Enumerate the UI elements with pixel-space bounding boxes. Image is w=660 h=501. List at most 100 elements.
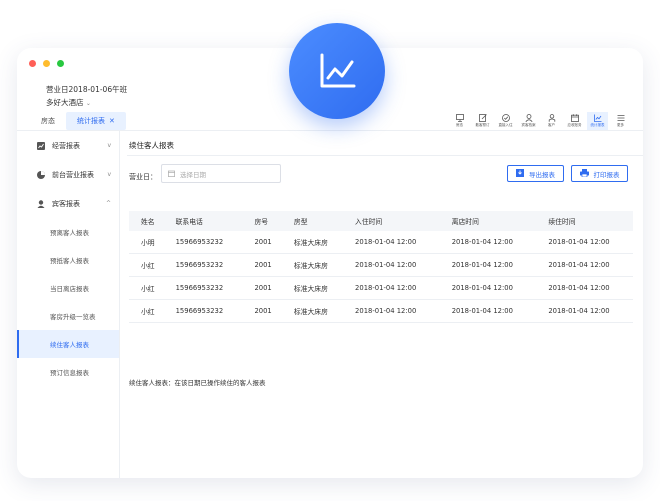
- table-cell: 15966953232: [163, 299, 243, 323]
- table-cell: 2001: [242, 231, 282, 254]
- sidebar-item-label: 预离客人报表: [50, 229, 89, 237]
- toolbar-label: 直接入住: [498, 123, 513, 127]
- sidebar-group-business-report[interactable]: 经营报表 v: [17, 131, 119, 160]
- table-cell: 2018-01-04 12:00: [536, 276, 633, 300]
- toolbar-label: 统计报表: [590, 123, 605, 127]
- export-report-button[interactable]: 导出报表: [507, 165, 564, 182]
- toolbar-button[interactable]: 更多: [610, 112, 631, 130]
- menu-icon: [617, 115, 624, 121]
- table-cell: 2018-01-04 12:00: [439, 299, 537, 323]
- sidebar-item-extended-stay[interactable]: 续住客人报表: [17, 330, 119, 358]
- toolbar-button[interactable]: 房态: [449, 112, 470, 130]
- edit-icon: [478, 114, 487, 122]
- monitor-icon: [455, 114, 464, 122]
- user-icon: [524, 114, 533, 122]
- maximize-dot[interactable]: [57, 60, 64, 67]
- sidebar-item-label: 客房升级一览表: [50, 313, 96, 321]
- main-content: 续住客人报表 营业日： 选择日期 导出报表 打印报表 姓名 联系电话 房号 房型 入住时…: [127, 131, 643, 478]
- page-title: 续住客人报表: [129, 141, 174, 150]
- sidebar-item-departing-guests[interactable]: 预离客人报表: [17, 218, 119, 246]
- export-icon: [516, 168, 524, 179]
- page-tabs: 房态 统计报表 ✕: [30, 112, 126, 130]
- table-row: 小红 15966953232 2001 标准大床房 2018-01-04 12:00 20…: [129, 276, 633, 300]
- sidebar-item-arriving-guests[interactable]: 预抵客人报表: [17, 246, 119, 274]
- chevron-down-icon: v: [107, 171, 111, 178]
- table-row: 小红 15966953232 2001 标准大床房 2018-01-04 12:00 20…: [129, 299, 633, 323]
- table-cell: 标准大床房: [281, 231, 344, 254]
- sidebar-item-today-departures[interactable]: 当日离店报表: [17, 274, 119, 302]
- toolbar-label: 房态: [456, 123, 463, 127]
- toolbar-button[interactable]: 客户: [541, 112, 562, 130]
- sidebar-group-label: 宾客报表: [52, 199, 80, 208]
- toolbar-label: 客户: [548, 123, 555, 127]
- column-header: 房号: [254, 218, 269, 226]
- toolbar-label: 散客预订: [475, 123, 490, 127]
- minimize-dot[interactable]: [43, 60, 50, 67]
- person-icon: [548, 114, 555, 122]
- pie-icon: [37, 170, 45, 179]
- table-cell: 2001: [242, 299, 282, 323]
- sidebar-group-label: 经营报表: [52, 141, 80, 150]
- table-cell: 2018-01-04 12:00: [343, 231, 440, 254]
- date-placeholder: 选择日期: [180, 170, 206, 179]
- sidebar-item-label: 预抵客人报表: [50, 257, 89, 265]
- table-cell: 2018-01-04 12:00: [439, 231, 537, 254]
- toolbar-label: 更多: [617, 123, 624, 127]
- table-cell: 小红: [129, 253, 164, 277]
- line-chart-icon: [593, 114, 601, 122]
- column-header: 离店时间: [451, 218, 479, 226]
- chevron-up-icon: ^: [105, 200, 111, 207]
- calendar-icon: [570, 114, 579, 122]
- sidebar-group-label: 前台营业报表: [52, 170, 94, 179]
- sidebar-group-front-desk-report[interactable]: 前台营业报表 v: [17, 160, 119, 189]
- toolbar-button[interactable]: 宾客档案: [518, 112, 539, 130]
- date-picker[interactable]: 选择日期: [161, 164, 281, 183]
- table-row: 小明 15966953232 2001 标准大床房 2018-01-04 12:00 20…: [129, 231, 633, 254]
- print-label: 打印报表: [593, 170, 620, 179]
- chart-icon: [37, 141, 45, 150]
- tab-statistics-report[interactable]: 统计报表 ✕: [66, 112, 126, 130]
- line-chart-icon: [320, 53, 356, 88]
- table-cell: 2018-01-04 12:00: [536, 231, 633, 254]
- toolbar: 房态 散客预订 直接入住 宾客档案 客户 应收账务 统计报表 更多: [449, 112, 631, 130]
- table-cell: 标准大床房: [281, 276, 344, 300]
- hotel-selector[interactable]: 多好大酒店 ⌄: [46, 97, 91, 108]
- close-icon[interactable]: ✕: [109, 117, 115, 125]
- tab-room-status[interactable]: 房态: [30, 112, 66, 130]
- sidebar-item-label: 当日离店报表: [50, 285, 89, 293]
- table-header-row: 姓名 联系电话 房号 房型 入住时间 离店时间 续住时间: [129, 211, 633, 231]
- toolbar-label: 宾客档案: [521, 123, 536, 127]
- table-cell: 小明: [129, 231, 164, 254]
- chevron-down-icon: v: [107, 142, 111, 149]
- line-chart-badge: [289, 23, 385, 119]
- date-label: 营业日：: [129, 173, 157, 181]
- table-cell: 2018-01-04 12:00: [536, 253, 633, 277]
- table-cell: 标准大床房: [281, 253, 344, 277]
- sidebar-item-room-upgrades[interactable]: 客房升级一览表: [17, 302, 119, 330]
- sidebar: 经营报表 v 前台营业报表 v 宾客报表 ^ 预离客人报表 预抵客人报表 当日离…: [17, 131, 120, 478]
- column-header: 续住时间: [548, 218, 576, 226]
- column-header: 房型: [293, 218, 308, 226]
- toolbar-button[interactable]: 直接入住: [495, 112, 516, 130]
- table-cell: 2018-01-04 12:00: [439, 253, 537, 277]
- toolbar-button[interactable]: 应收账务: [564, 112, 585, 130]
- toolbar-button[interactable]: 统计报表: [587, 112, 608, 130]
- column-header: 联系电话: [175, 218, 203, 226]
- window-controls: [29, 60, 64, 67]
- sidebar-item-reservations[interactable]: 预订信息报表: [17, 358, 119, 386]
- close-dot[interactable]: [29, 60, 36, 67]
- print-report-button[interactable]: 打印报表: [571, 165, 628, 182]
- user-icon: [37, 199, 45, 208]
- business-date: 营业日2018-01-06午班: [46, 85, 128, 94]
- export-label: 导出报表: [529, 170, 555, 179]
- sidebar-item-label: 预订信息报表: [50, 369, 89, 377]
- toolbar-button[interactable]: 散客预订: [472, 112, 493, 130]
- table-cell: 15966953232: [163, 231, 243, 254]
- column-header: 入住时间: [355, 218, 383, 226]
- table-cell: 标准大床房: [281, 299, 344, 323]
- table-cell: 小红: [129, 276, 164, 300]
- table-cell: 2018-01-04 12:00: [343, 253, 440, 277]
- sidebar-group-guest-report[interactable]: 宾客报表 ^: [17, 189, 119, 218]
- check-circle-icon: [501, 114, 510, 122]
- tab-label: 房态: [41, 117, 55, 125]
